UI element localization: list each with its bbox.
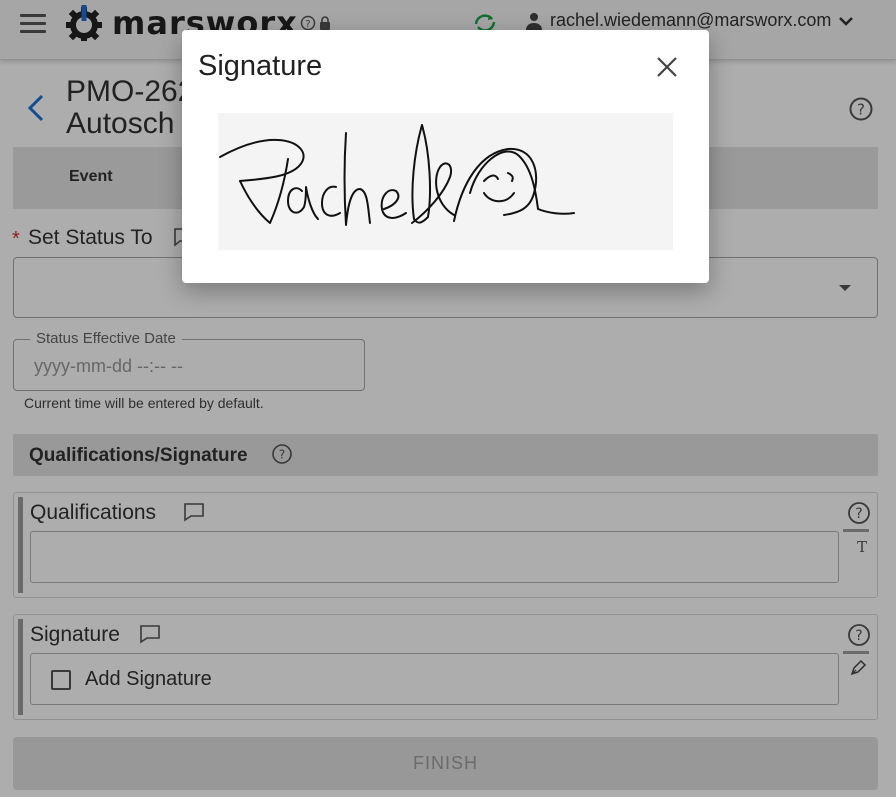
handwritten-signature-drawing [219, 124, 575, 226]
signature-dialog: Signature [182, 30, 709, 283]
close-icon[interactable] [654, 54, 680, 80]
signature-dialog-title: Signature [198, 50, 323, 82]
signature-image [218, 113, 673, 250]
